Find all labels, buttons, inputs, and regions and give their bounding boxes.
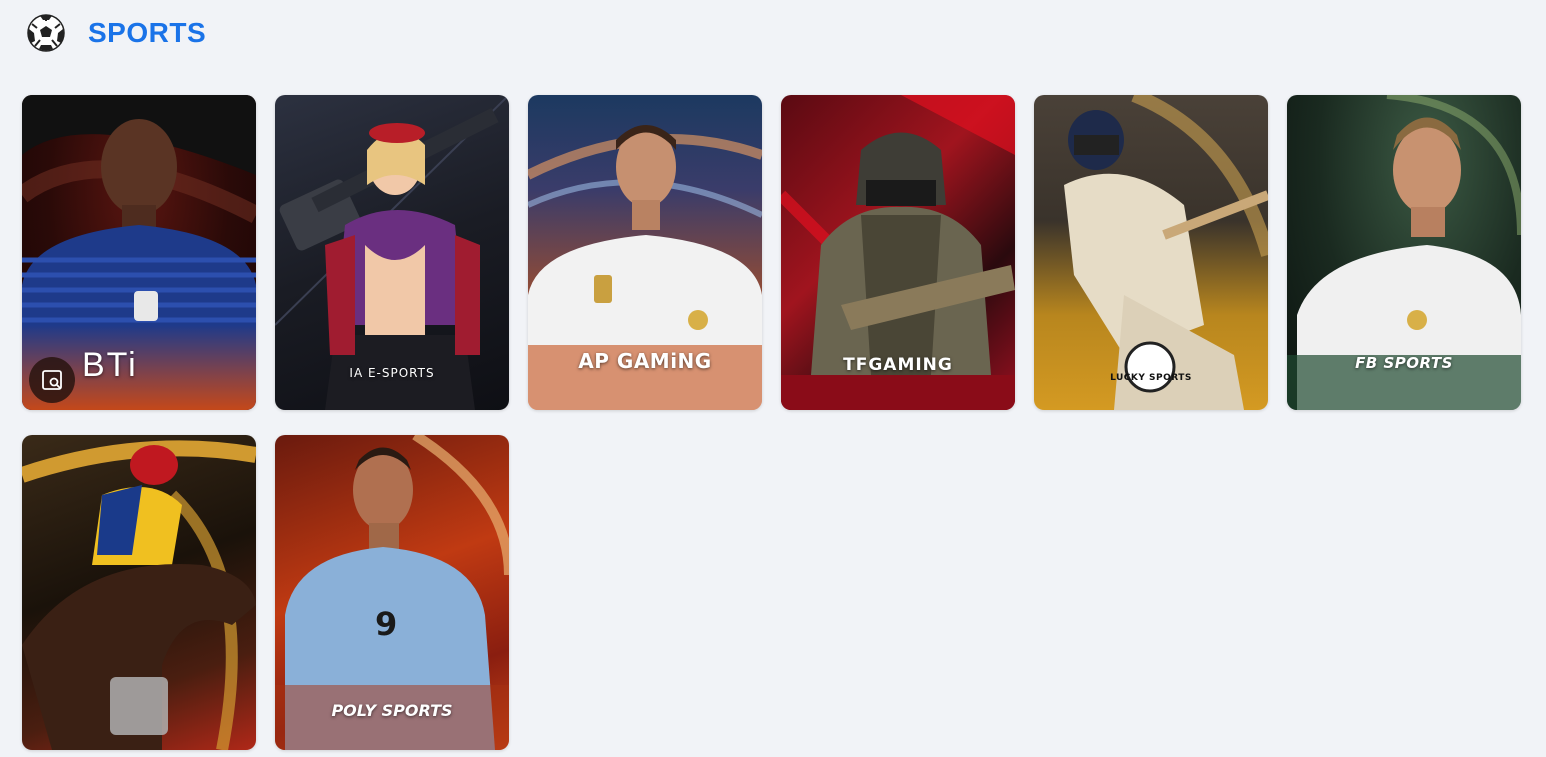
image-search-icon[interactable]	[29, 357, 75, 403]
poly-sports-logo: POLY SPORTS	[331, 701, 453, 720]
svg-text:9: 9	[375, 605, 397, 643]
horse-racing-jockey-art	[22, 440, 256, 750]
tfgaming-logo: TFGAMING	[843, 355, 953, 375]
fb-sports-logo: FB SPORTS	[1355, 354, 1453, 372]
provider-card-lucky-sports[interactable]: LUCKY SPORTS	[1034, 95, 1268, 410]
lucky-sports-cricketer-art	[1064, 95, 1268, 410]
section-header: SPORTS	[26, 13, 206, 53]
provider-card-ap-gaming[interactable]: AP GAMiNG	[528, 95, 762, 410]
provider-card-tfgaming[interactable]: TFGAMING	[781, 95, 1015, 410]
provider-card-poly-sports[interactable]: 9 POLY SPORTS	[275, 435, 509, 750]
ia-esports-character-art	[275, 95, 509, 410]
section-title: SPORTS	[88, 17, 207, 48]
soccer-ball-icon	[27, 14, 65, 52]
bti-logo: BTi	[82, 346, 138, 384]
provider-card-ia-esports[interactable]: IA E-SPORTS	[275, 95, 509, 410]
provider-card-bti[interactable]: BTi	[22, 95, 256, 410]
ia-esports-logo: IA E-SPORTS	[349, 366, 435, 380]
lucky-sports-logo: LUCKY SPORTS	[1110, 373, 1192, 383]
provider-card-fb-sports[interactable]: FB SPORTS	[1287, 95, 1521, 410]
ap-gaming-logo: AP GAMiNG	[578, 349, 712, 373]
provider-card-horse-racing[interactable]	[22, 435, 256, 750]
